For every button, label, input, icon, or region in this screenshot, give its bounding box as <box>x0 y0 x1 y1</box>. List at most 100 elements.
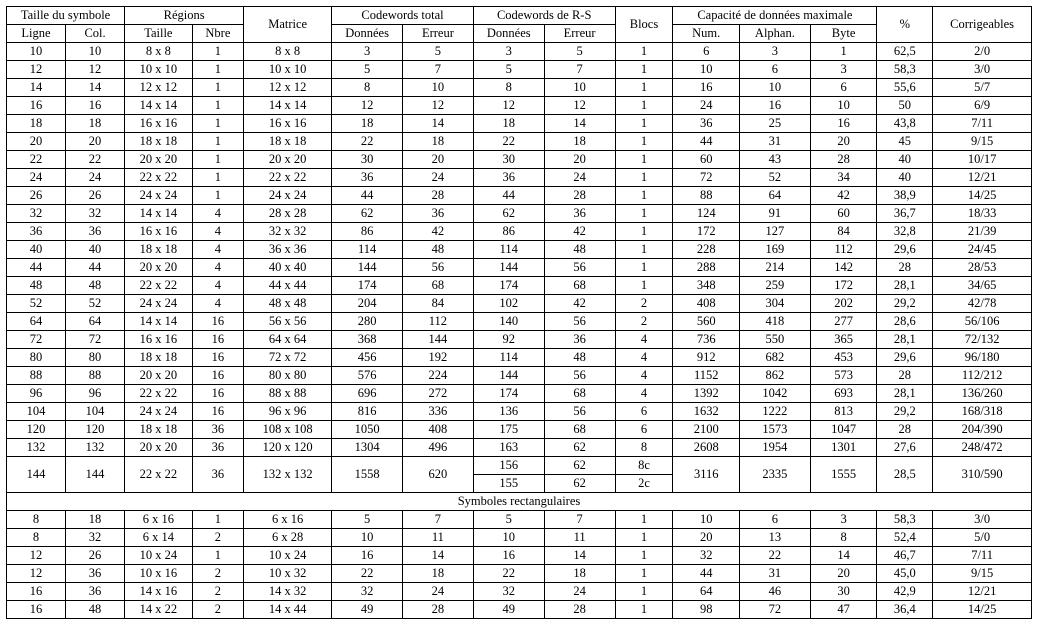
cell-ligne: 132 <box>7 439 66 457</box>
cell-cwt-d: 62 <box>332 205 403 223</box>
cell-cwr-e: 48 <box>544 241 615 259</box>
cell-rtaille: 10 x 24 <box>125 547 193 565</box>
cell-cwr-e: 62 <box>544 457 615 475</box>
cell-num: 10 <box>673 511 740 529</box>
cell-cwr-d: 86 <box>473 223 544 241</box>
cell-byte: 8 <box>810 529 877 547</box>
cell-cwt-e: 11 <box>403 529 474 547</box>
cell-byte: 365 <box>810 331 877 349</box>
cell-pct: 29,2 <box>877 295 933 313</box>
cell-pct: 29,2 <box>877 403 933 421</box>
table-row: 181816 x 16116 x 1618141814136251643,87/… <box>7 115 1032 133</box>
cell-alph: 10 <box>739 79 810 97</box>
cell-cwr-e: 68 <box>544 385 615 403</box>
cell-rtaille: 18 x 18 <box>125 349 193 367</box>
cell-matrice: 10 x 32 <box>244 565 332 583</box>
cell-rnbre: 36 <box>192 421 244 439</box>
hdr-col: Col. <box>66 25 125 43</box>
cell-cwr-d: 44 <box>473 187 544 205</box>
cell-num: 2608 <box>673 439 740 457</box>
cell-matrice: 6 x 16 <box>244 511 332 529</box>
cell-pct: 38,9 <box>877 187 933 205</box>
hdr-cwr-erreur: Erreur <box>544 25 615 43</box>
hdr-pct: % <box>877 7 933 43</box>
cell-corr: 310/590 <box>933 457 1032 493</box>
cell-col: 26 <box>66 547 125 565</box>
cell-cwt-e: 18 <box>403 133 474 151</box>
cell-blocs: 1 <box>615 133 673 151</box>
cell-col: 10 <box>66 43 125 61</box>
cell-num: 228 <box>673 241 740 259</box>
cell-corr: 42/78 <box>933 295 1032 313</box>
cell-col: 80 <box>66 349 125 367</box>
cell-blocs: 6 <box>615 421 673 439</box>
cell-rnbre: 16 <box>192 331 244 349</box>
table-row: 363616 x 16432 x 328642864211721278432,8… <box>7 223 1032 241</box>
cell-cwr-e: 42 <box>544 295 615 313</box>
cell-cwr-d: 156 <box>473 457 544 475</box>
cell-matrice: 56 x 56 <box>244 313 332 331</box>
cell-alph: 550 <box>739 331 810 349</box>
cell-cwr-d: 174 <box>473 385 544 403</box>
cell-col: 26 <box>66 187 125 205</box>
cell-col: 144 <box>66 457 125 493</box>
cell-cwt-d: 144 <box>332 259 403 277</box>
cell-matrice: 80 x 80 <box>244 367 332 385</box>
cell-corr: 136/260 <box>933 385 1032 403</box>
cell-byte: 813 <box>810 403 877 421</box>
hdr-cwt-erreur: Erreur <box>403 25 474 43</box>
cell-pct: 28,1 <box>877 385 933 403</box>
cell-cwt-d: 1304 <box>332 439 403 457</box>
table-row: 969622 x 221688 x 8869627217468413921042… <box>7 385 1032 403</box>
cell-matrice: 48 x 48 <box>244 295 332 313</box>
cell-blocs: 1 <box>615 583 673 601</box>
cell-cwt-d: 174 <box>332 277 403 295</box>
cell-matrice: 40 x 40 <box>244 259 332 277</box>
cell-ligne: 22 <box>7 151 66 169</box>
cell-cwr-e: 62 <box>544 439 615 457</box>
cell-rnbre: 1 <box>192 43 244 61</box>
cell-rnbre: 4 <box>192 277 244 295</box>
cell-ligne: 12 <box>7 565 66 583</box>
cell-cwt-d: 1558 <box>332 457 403 493</box>
cell-cwr-e: 24 <box>544 169 615 187</box>
cell-rnbre: 1 <box>192 151 244 169</box>
cell-pct: 29,6 <box>877 241 933 259</box>
cell-cwr-d: 22 <box>473 565 544 583</box>
cell-rnbre: 2 <box>192 583 244 601</box>
cell-corr: 96/180 <box>933 349 1032 367</box>
cell-blocs: 1 <box>615 547 673 565</box>
cell-byte: 202 <box>810 295 877 313</box>
hdr-codewords-rs: Codewords de R-S <box>473 7 615 25</box>
cell-num: 288 <box>673 259 740 277</box>
cell-pct: 62,5 <box>877 43 933 61</box>
cell-ligne: 104 <box>7 403 66 421</box>
cell-col: 24 <box>66 169 125 187</box>
hdr-corrigeables: Corrigeables <box>933 7 1032 43</box>
table-row: 8326 x 1426 x 281011101112013852,45/0 <box>7 529 1032 547</box>
cell-cwt-e: 28 <box>403 601 474 619</box>
cell-cwt-e: 5 <box>403 43 474 61</box>
table-row: 163614 x 16214 x 3232243224164463042,912… <box>7 583 1032 601</box>
cell-byte: 28 <box>810 151 877 169</box>
cell-corr: 5/0 <box>933 529 1032 547</box>
cell-rnbre: 2 <box>192 601 244 619</box>
cell-ligne: 96 <box>7 385 66 403</box>
cell-byte: 84 <box>810 223 877 241</box>
cell-matrice: 10 x 10 <box>244 61 332 79</box>
cell-pct: 28,5 <box>877 457 933 493</box>
cell-num: 1392 <box>673 385 740 403</box>
cell-cwr-e: 68 <box>544 421 615 439</box>
cell-cwt-d: 5 <box>332 61 403 79</box>
cell-col: 72 <box>66 331 125 349</box>
cell-rtaille: 16 x 16 <box>125 331 193 349</box>
cell-rnbre: 1 <box>192 79 244 97</box>
cell-num: 172 <box>673 223 740 241</box>
cell-cwr-e: 5 <box>544 43 615 61</box>
cell-blocs: 2 <box>615 295 673 313</box>
cell-rnbre: 16 <box>192 367 244 385</box>
cell-ligne: 16 <box>7 583 66 601</box>
cell-blocs: 1 <box>615 79 673 97</box>
cell-rtaille: 6 x 16 <box>125 511 193 529</box>
cell-matrice: 108 x 108 <box>244 421 332 439</box>
